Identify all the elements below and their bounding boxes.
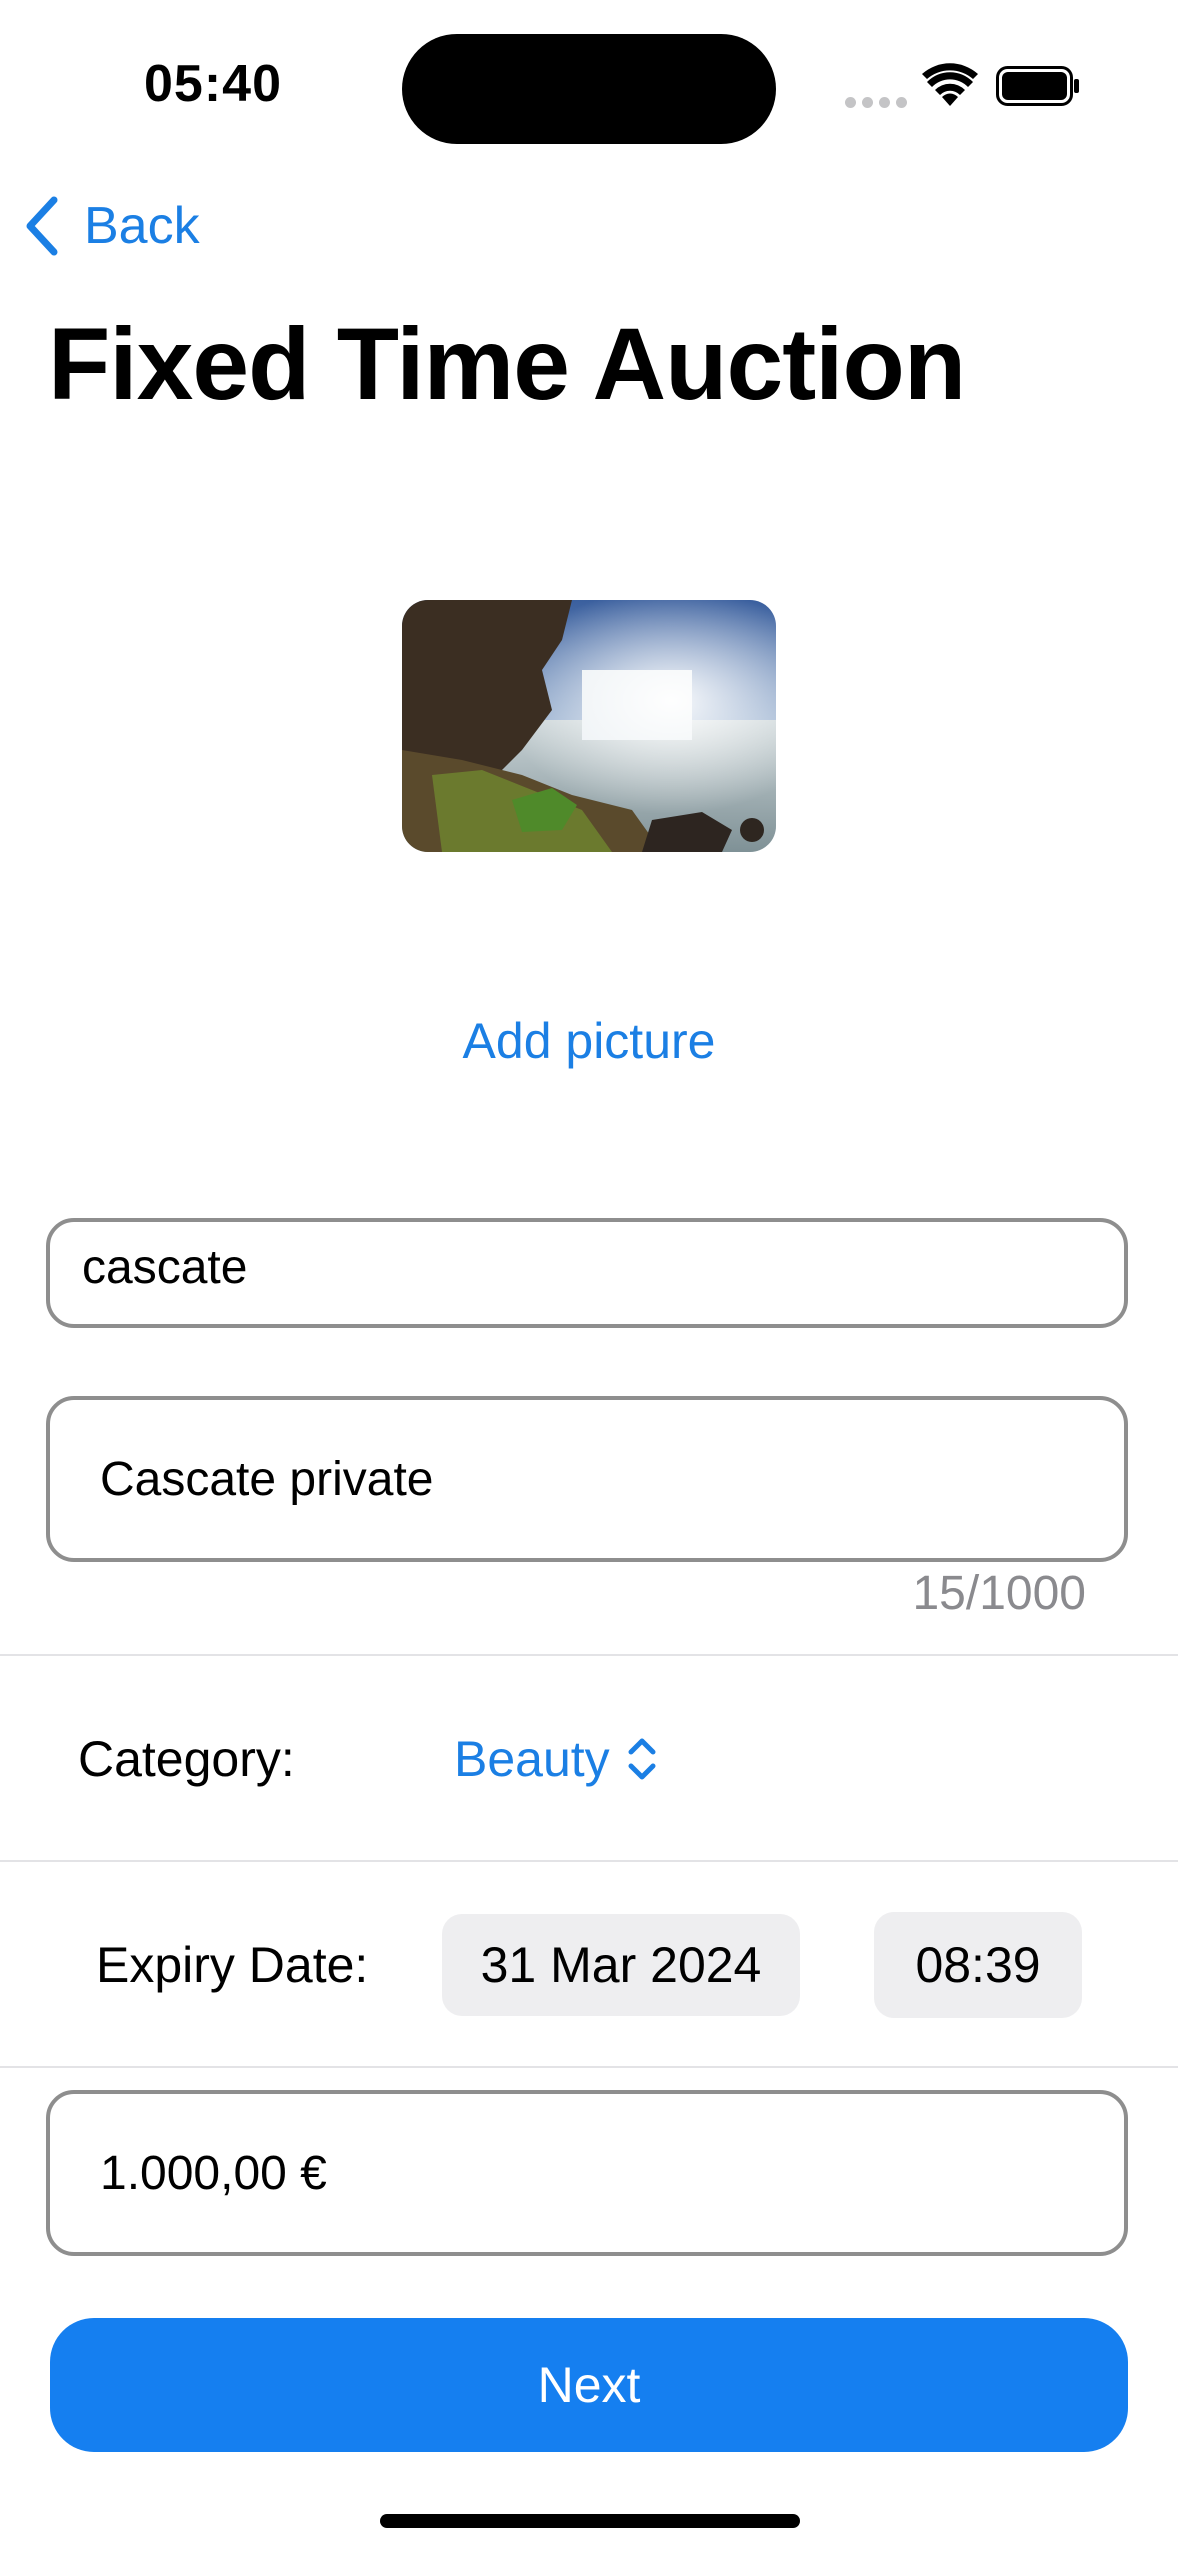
description-field-value: Cascate private xyxy=(100,1452,434,1506)
category-picker[interactable]: Beauty xyxy=(454,1730,658,1788)
cellular-signal-icon xyxy=(845,95,913,113)
divider xyxy=(0,1654,1178,1656)
chevron-left-icon xyxy=(26,196,58,256)
wifi-icon xyxy=(922,63,978,106)
expiry-time-picker[interactable]: 08:39 xyxy=(874,1912,1082,2018)
add-picture-button[interactable]: Add picture xyxy=(0,1012,1178,1070)
divider xyxy=(0,2066,1178,2068)
battery-icon xyxy=(996,66,1079,106)
expiry-date-label: Expiry Date: xyxy=(96,1937,369,1993)
category-value: Beauty xyxy=(454,1731,610,1787)
chevron-up-down-icon xyxy=(628,1738,656,1780)
item-photo xyxy=(402,600,776,852)
status-time: 05:40 xyxy=(144,55,282,113)
title-field-value: cascate xyxy=(82,1241,248,1294)
expiry-date-value: 31 Mar 2024 xyxy=(480,1937,762,1993)
expiry-time-value: 08:39 xyxy=(915,1937,1041,1993)
back-label: Back xyxy=(84,197,200,255)
category-label: Category: xyxy=(78,1731,295,1787)
expiry-date-picker[interactable]: 31 Mar 2024 xyxy=(442,1914,800,2016)
back-button[interactable]: Back xyxy=(22,196,200,256)
home-indicator xyxy=(380,2514,800,2528)
divider xyxy=(0,1860,1178,1862)
price-field[interactable]: 1.000,00 € xyxy=(46,2090,1128,2256)
next-button-label: Next xyxy=(537,2357,641,2413)
description-field[interactable]: Cascate private xyxy=(46,1396,1128,1562)
next-button[interactable]: Next xyxy=(50,2318,1128,2452)
waterfall-image xyxy=(402,600,776,852)
character-count: 15/1000 xyxy=(912,1567,1086,1620)
price-field-value: 1.000,00 € xyxy=(100,2146,327,2200)
page-title: Fixed Time Auction xyxy=(48,307,966,421)
dynamic-island xyxy=(402,34,776,144)
title-field[interactable]: cascate xyxy=(46,1218,1128,1328)
